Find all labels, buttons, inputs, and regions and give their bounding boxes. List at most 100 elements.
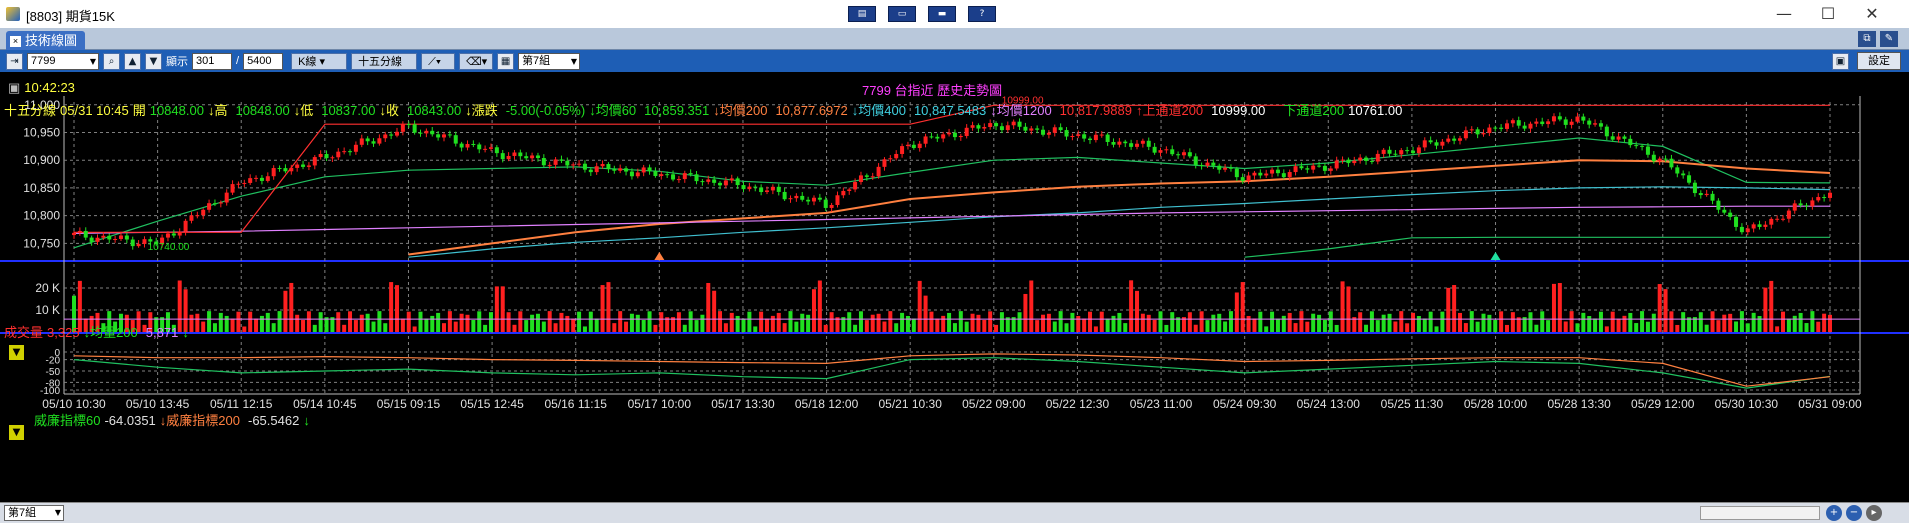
volume-bar bbox=[723, 323, 728, 332]
time-tick-label: 05/14 10:45 bbox=[293, 397, 357, 411]
down-arrow-icon[interactable]: ▼ bbox=[145, 52, 162, 70]
draw-line-tool[interactable]: ⟋▾ bbox=[421, 52, 456, 70]
candle-body bbox=[723, 180, 728, 186]
candle-body bbox=[776, 186, 781, 192]
candle-body bbox=[958, 135, 963, 138]
volume-bar bbox=[858, 311, 863, 332]
volume-bar bbox=[424, 318, 429, 332]
copy-icon[interactable]: ⧉ bbox=[1858, 31, 1876, 47]
candle-body bbox=[1070, 135, 1075, 137]
pin-icon[interactable]: ✎ bbox=[1880, 31, 1898, 47]
candle-body bbox=[1781, 218, 1786, 220]
volume-bar bbox=[794, 321, 799, 332]
volume-bar bbox=[1675, 324, 1680, 332]
volume-bar bbox=[1440, 311, 1445, 332]
volume-bar bbox=[753, 326, 758, 332]
volume-bar bbox=[682, 324, 687, 332]
volume-bar bbox=[776, 312, 781, 332]
arrow-right-icon[interactable]: ⇥ bbox=[6, 52, 23, 70]
volume-bar bbox=[1546, 320, 1551, 332]
candle-body bbox=[353, 144, 358, 152]
candle-body bbox=[1481, 133, 1486, 135]
volume-bar bbox=[594, 318, 599, 332]
grid-icon[interactable]: ▦ bbox=[497, 52, 515, 70]
candle-body bbox=[1687, 175, 1692, 183]
price-tick-label: 10,900 bbox=[23, 153, 60, 167]
candle-body bbox=[706, 179, 711, 182]
zoom-in-icon[interactable]: + bbox=[1826, 505, 1842, 521]
help-icon[interactable]: ? bbox=[968, 6, 996, 22]
volume-bar bbox=[853, 324, 858, 332]
symbol-select[interactable]: 7799 bbox=[27, 52, 99, 70]
volume-bar bbox=[647, 311, 652, 332]
chart-area: 11,000 10,950 10,900 10,850 10,800 10,750 05/1… bbox=[0, 72, 1909, 502]
display-total-input[interactable]: 5400 bbox=[243, 52, 284, 70]
tab-close-icon[interactable]: × bbox=[10, 36, 21, 48]
volume-bar bbox=[201, 321, 206, 332]
display-count-input[interactable]: 301 bbox=[192, 52, 232, 70]
candle-body bbox=[1252, 172, 1257, 176]
layout-icon[interactable]: ▤ bbox=[848, 6, 876, 22]
volume-tick-label: 20 K bbox=[35, 281, 60, 295]
time-tick-label: 05/24 09:30 bbox=[1213, 397, 1277, 411]
minimize-button[interactable]: — bbox=[1764, 3, 1804, 25]
candle-body bbox=[1622, 136, 1627, 139]
candle-body bbox=[547, 164, 552, 166]
candle-body bbox=[95, 237, 100, 242]
volume-bar bbox=[1252, 318, 1257, 332]
change-value: -5.00(-0.05%) bbox=[505, 103, 586, 118]
candle-body bbox=[113, 238, 118, 240]
candle-body bbox=[1499, 127, 1504, 129]
candle-body bbox=[1381, 149, 1386, 154]
scroll-end-icon[interactable]: ▸ bbox=[1866, 505, 1882, 521]
period-dropdown[interactable]: 十五分線 ▾ bbox=[351, 52, 418, 85]
volume-bar bbox=[882, 321, 887, 332]
settings-button[interactable]: 設定 bbox=[1857, 52, 1901, 70]
volume-bar bbox=[1810, 311, 1815, 332]
volume-bar bbox=[565, 315, 570, 332]
volume-bar bbox=[765, 318, 770, 332]
candle-body bbox=[453, 135, 458, 144]
candle-body bbox=[565, 160, 570, 166]
time-tick-label: 05/24 13:00 bbox=[1297, 397, 1361, 411]
candle-body bbox=[1246, 175, 1251, 182]
volume-bar bbox=[230, 318, 235, 332]
kline-dropdown[interactable]: K線 ▾ bbox=[291, 52, 348, 70]
status-group-select[interactable]: 第7組 bbox=[4, 505, 64, 521]
candle-body bbox=[1176, 154, 1181, 156]
candle-body bbox=[1651, 154, 1656, 162]
candle-body bbox=[406, 124, 411, 126]
candle-body bbox=[512, 152, 517, 156]
close-button[interactable]: ✕ bbox=[1852, 3, 1892, 25]
williams-collapse-icon[interactable]: ▼ bbox=[8, 424, 25, 441]
volume-bar bbox=[923, 295, 928, 332]
minimize-panel-icon[interactable]: ▬ bbox=[928, 6, 956, 22]
zoom-out-icon[interactable]: − bbox=[1846, 505, 1862, 521]
time-tick-label: 05/25 11:30 bbox=[1381, 397, 1444, 411]
candle-body bbox=[1346, 159, 1351, 164]
group-select[interactable]: 第7組 bbox=[518, 52, 581, 70]
candle-body bbox=[295, 164, 300, 168]
volume-bar bbox=[1164, 324, 1169, 332]
horizontal-scrollbar[interactable] bbox=[1700, 506, 1820, 520]
candle-body bbox=[283, 168, 288, 172]
volume-bar bbox=[1781, 311, 1786, 332]
excel-icon[interactable]: ▣ bbox=[1832, 53, 1849, 70]
candle-body bbox=[1311, 165, 1316, 170]
volume-collapse-icon[interactable]: ▼ bbox=[8, 344, 25, 361]
window-icon[interactable]: ▭ bbox=[888, 6, 916, 22]
volume-bar bbox=[1099, 311, 1104, 332]
volume-bar bbox=[770, 315, 775, 332]
up-arrow-icon[interactable]: ▲ bbox=[124, 52, 141, 70]
tab-technical-chart[interactable]: × 技術線圖 bbox=[6, 31, 86, 50]
volume-bar bbox=[436, 312, 441, 332]
candle-body bbox=[741, 185, 746, 190]
volume-label: 成交量 bbox=[4, 325, 44, 340]
search-icon[interactable]: ⌕ bbox=[103, 52, 120, 70]
maximize-button[interactable]: ☐ bbox=[1808, 3, 1848, 25]
candle-body bbox=[271, 168, 276, 177]
eraser-tool[interactable]: ⌫▾ bbox=[459, 52, 494, 70]
candle-body bbox=[1757, 224, 1762, 227]
candle-body bbox=[1463, 130, 1468, 139]
candle-body bbox=[1146, 140, 1151, 147]
